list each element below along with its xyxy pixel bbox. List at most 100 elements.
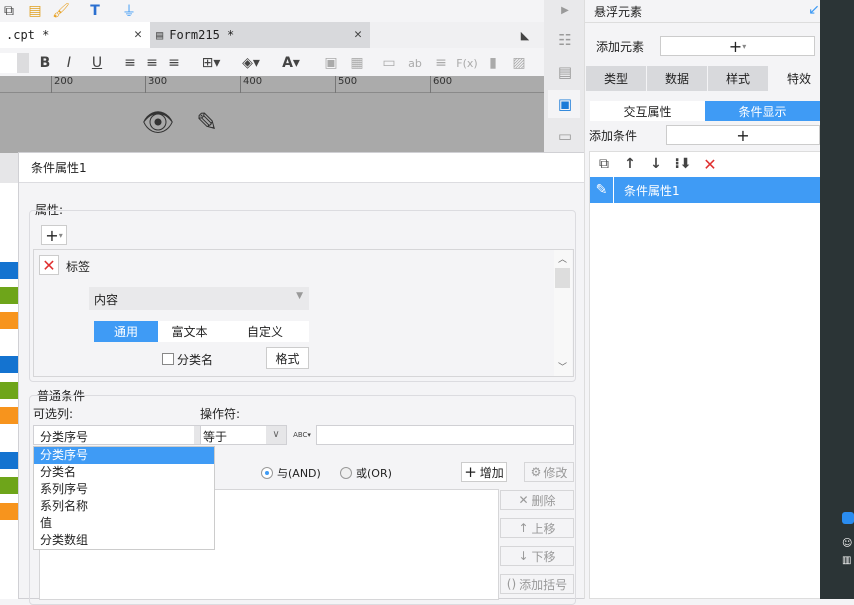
remove-attr-button[interactable]: ✕ xyxy=(39,255,59,275)
underline-icon[interactable]: U xyxy=(90,54,104,72)
widget-attr-icon[interactable]: ▤ xyxy=(556,63,574,81)
align-left-icon[interactable]: ≡ xyxy=(122,54,138,72)
ruler-label: 500 xyxy=(335,76,357,93)
add-condition-panel-button[interactable]: + xyxy=(666,125,820,145)
bold-icon[interactable]: B xyxy=(38,54,52,72)
textfield-icon[interactable]: ▭ xyxy=(380,54,398,72)
move-up-button[interactable]: ↑ 上移 xyxy=(500,518,574,538)
dropdown-option[interactable]: 分类序号 xyxy=(34,447,214,464)
eye-slash-icon[interactable]: 👁 xyxy=(140,106,176,140)
add-bracket-button[interactable]: () 添加括号 xyxy=(500,574,574,594)
font-select[interactable] xyxy=(0,53,29,73)
server-icon[interactable]: ▥ xyxy=(842,555,854,566)
collapse-arrow-icon[interactable]: ▶ xyxy=(556,1,574,19)
tab-rich-text[interactable]: 富文本 xyxy=(158,321,221,342)
edit-icon[interactable]: ✎ xyxy=(590,177,614,203)
chart-icon[interactable]: ▮ xyxy=(484,54,502,72)
copy-icon[interactable]: ⧉ xyxy=(596,156,612,172)
merge-icon[interactable]: ▣ xyxy=(322,54,340,72)
pencil-icon[interactable]: ✎ xyxy=(190,106,224,140)
italic-icon[interactable]: I xyxy=(62,54,76,72)
add-condition-button[interactable]: + 增加 xyxy=(461,462,507,482)
report-strip xyxy=(0,153,18,599)
font-color-icon[interactable]: A▾ xyxy=(276,54,306,72)
form-widget-icon[interactable]: ▭ xyxy=(556,127,574,145)
table-icon[interactable]: ▦ xyxy=(348,54,366,72)
tab-style[interactable]: 样式 xyxy=(708,66,768,91)
dropdown-option[interactable]: 分类数组 xyxy=(34,532,214,549)
operator-select[interactable]: 等于 ∨ xyxy=(200,425,287,445)
tab-menu-icon[interactable]: ◣ xyxy=(518,28,532,42)
move-bottom-icon[interactable]: ⁝⬇ xyxy=(674,156,692,172)
modify-button[interactable]: ⚙ 修改 xyxy=(524,462,574,482)
bracket-icon: () xyxy=(506,577,517,591)
tab-type[interactable]: 类型 xyxy=(586,66,646,91)
or-label: 或(OR) xyxy=(356,467,392,480)
tab-custom[interactable]: 自定义 xyxy=(221,321,309,342)
border-icon[interactable]: ⊞▾ xyxy=(196,54,226,72)
property-panel: 悬浮元素 ↙ 添加元素 + ▾ 类型 数据 样式 特效 交互属性 条件显示 添加条… xyxy=(584,0,829,599)
value-type-icon[interactable]: ABC▾ xyxy=(291,424,313,446)
value-input[interactable] xyxy=(316,425,574,445)
scroll-thumb[interactable] xyxy=(555,268,570,288)
category-name-checkbox[interactable] xyxy=(162,353,174,365)
paste-icon[interactable]: ▤ xyxy=(26,2,44,20)
dropdown-option[interactable]: 分类名 xyxy=(34,464,214,481)
tab-form215[interactable]: ▤ Form215 * ✕ xyxy=(150,22,370,48)
series-bar xyxy=(0,312,18,329)
robot-icon[interactable]: ☺ xyxy=(842,538,854,549)
add-element-button[interactable]: + ▾ xyxy=(660,36,815,56)
scroll-up-icon[interactable]: ︿ xyxy=(558,252,567,265)
copy-icon[interactable]: ⧉ xyxy=(0,2,18,20)
column-select[interactable]: 分类序号 ∨ xyxy=(33,425,215,445)
dropdown-option[interactable]: 系列序号 xyxy=(34,481,214,498)
tab-data[interactable]: 数据 xyxy=(647,66,707,91)
condition-item[interactable]: ✎ 条件属性1 xyxy=(590,177,820,203)
close-icon[interactable]: ✕ xyxy=(354,27,362,42)
dialog-titlebar: 条件属性1 xyxy=(19,153,585,183)
tab-label: Form215 * xyxy=(169,28,235,42)
delete-icon[interactable]: ✕ xyxy=(702,155,718,174)
app-badge-icon[interactable] xyxy=(842,512,854,524)
radio-or[interactable] xyxy=(340,467,352,479)
tab-cpt[interactable]: .cpt * ✕ xyxy=(0,22,150,48)
dropdown-option[interactable]: 值 xyxy=(34,515,214,532)
formula-icon[interactable]: F(x) xyxy=(456,54,477,72)
ruler: 200 300 400 500 600 xyxy=(0,76,544,93)
image-icon[interactable]: ▨ xyxy=(510,54,528,72)
series-bar xyxy=(0,503,18,520)
plugin-icon[interactable]: ⏚ xyxy=(120,2,138,20)
form-icon: ▤ xyxy=(156,28,164,42)
radio-and[interactable] xyxy=(261,467,273,479)
content-select[interactable]: 内容 ▼ xyxy=(89,287,309,310)
tab-label: .cpt * xyxy=(6,28,50,42)
format-button[interactable]: 格式 xyxy=(266,347,309,369)
align-center-icon[interactable]: ≡ xyxy=(144,54,160,72)
cell-attr-icon[interactable]: ☷ xyxy=(556,31,574,49)
attr-list: ✕ 标签 内容 ▼ 通用 富文本 自定义 分类名 格式 ︿ ﹀ xyxy=(33,249,574,377)
collapse-panel-icon[interactable]: ↙ xyxy=(807,2,821,18)
strip-header xyxy=(0,153,18,183)
move-down-button[interactable]: ↓ 下移 xyxy=(500,546,574,566)
column-select-value: 分类序号 xyxy=(40,430,89,444)
subtab-interaction[interactable]: 交互属性 xyxy=(590,101,705,121)
float-element-icon[interactable]: ▣ xyxy=(556,95,574,113)
scroll-down-icon[interactable]: ﹀ xyxy=(558,360,567,373)
delete-button[interactable]: ✕ 删除 xyxy=(500,490,574,510)
canvas xyxy=(0,93,544,153)
close-icon[interactable]: ✕ xyxy=(134,27,142,42)
text-search-icon[interactable]: T xyxy=(86,2,104,20)
ruler-label: 600 xyxy=(430,76,452,93)
align-right-icon[interactable]: ≡ xyxy=(166,54,182,72)
arrow-up-icon[interactable]: ↑ xyxy=(622,156,638,172)
dropdown-option[interactable]: 系列名称 xyxy=(34,498,214,515)
series-bar xyxy=(0,407,18,424)
fill-color-icon[interactable]: ◈▾ xyxy=(236,54,266,72)
subtab-condition-display[interactable]: 条件显示 xyxy=(705,101,820,121)
arrow-down-icon[interactable]: ↓ xyxy=(648,156,664,172)
tab-general[interactable]: 通用 xyxy=(94,321,158,342)
operator-label: 操作符: xyxy=(200,407,241,421)
format-brush-icon[interactable]: 🖌 xyxy=(52,2,70,20)
attr-scrollbar[interactable]: ︿ ﹀ xyxy=(554,250,572,376)
add-attr-button[interactable]: + ▾ xyxy=(41,225,67,245)
